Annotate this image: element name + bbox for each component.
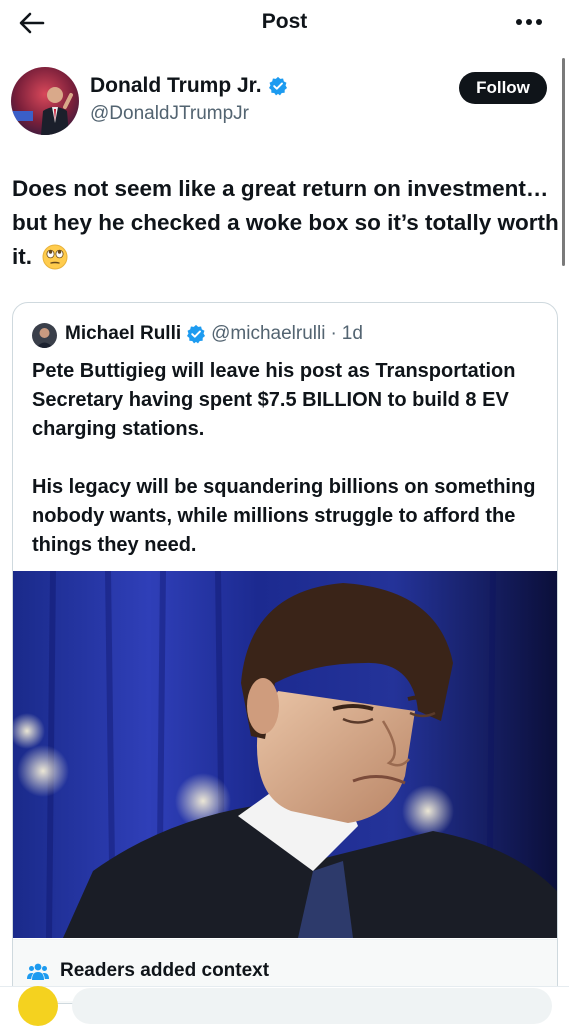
arrow-left-icon	[19, 12, 45, 34]
author-name-row: Donald Trump Jr.	[90, 74, 288, 98]
post-text-body: Does not seem like a great return on inv…	[12, 176, 559, 269]
more-horizontal-icon	[516, 19, 542, 25]
quoted-post-card[interactable]: Michael Rulli @michaelrulli · 1d Pete Bu…	[12, 302, 558, 1004]
quoted-post-text: Pete Buttigieg will leave his post as Tr…	[32, 357, 542, 589]
readers-context-label: Readers added context	[60, 960, 270, 981]
reply-input[interactable]	[72, 988, 552, 1024]
quoted-author-avatar[interactable]	[32, 323, 57, 348]
quoted-post-time[interactable]: 1d	[342, 323, 363, 345]
user-avatar[interactable]	[18, 986, 58, 1026]
back-button[interactable]	[14, 8, 50, 38]
top-bar: Post	[0, 0, 569, 46]
separator-dot: ·	[330, 323, 337, 344]
author-avatar[interactable]	[11, 67, 79, 135]
quoted-post-image[interactable]	[13, 571, 557, 938]
verified-badge-icon	[268, 76, 287, 96]
photo-man-looking-down	[13, 571, 557, 938]
scrollbar-thumb[interactable]	[562, 58, 565, 266]
author-name[interactable]: Donald Trump Jr.	[90, 74, 262, 98]
quoted-author-handle[interactable]: @michaelrulli	[211, 323, 325, 345]
post-text: Does not seem like a great return on inv…	[12, 172, 560, 274]
quoted-author-name[interactable]: Michael Rulli	[65, 323, 181, 345]
avatar-photo	[11, 67, 79, 135]
follow-button[interactable]: Follow	[459, 72, 547, 104]
author-handle[interactable]: @DonaldJTrumpJr	[90, 103, 249, 125]
verified-badge-icon	[187, 324, 206, 344]
more-options-button[interactable]	[509, 10, 549, 34]
quoted-paragraph: Pete Buttigieg will leave his post as Tr…	[32, 360, 516, 440]
face-with-rolling-eyes-icon	[42, 244, 68, 270]
quoted-paragraph: His legacy will be squandering billions …	[32, 476, 536, 556]
avatar-photo	[32, 323, 57, 348]
people-icon	[27, 963, 49, 980]
page-title: Post	[261, 10, 308, 33]
quoted-post-header: Michael Rulli @michaelrulli · 1d	[65, 323, 363, 345]
